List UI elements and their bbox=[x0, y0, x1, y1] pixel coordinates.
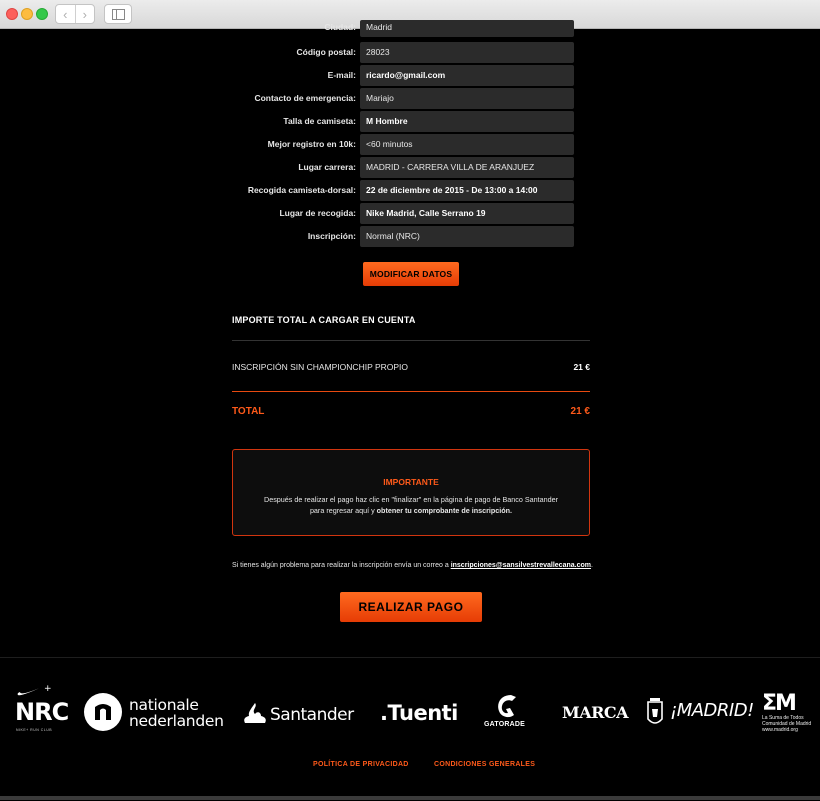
emergency-contact-value: Mariajo bbox=[360, 88, 574, 109]
form-row-pickup-time: Recogida camiseta-dorsal: 22 de diciembr… bbox=[0, 180, 820, 201]
sponsors-footer: + NRC NIKE+ RUN CLUB nationale nederlande… bbox=[0, 657, 820, 801]
sidebar-icon bbox=[112, 9, 125, 20]
important-notice: IMPORTANTE Después de realizar el pago h… bbox=[232, 449, 590, 536]
total-label: TOTAL bbox=[232, 406, 265, 417]
pickup-time-label: Recogida camiseta-dorsal: bbox=[247, 185, 356, 195]
nationale-nederlanden-logo: nationale nederlanden bbox=[129, 697, 224, 729]
zoom-window-button[interactable] bbox=[36, 8, 48, 20]
race-location-label: Lugar carrera: bbox=[298, 162, 356, 172]
form-row-registration: Inscripción: Normal (NRC) bbox=[0, 226, 820, 247]
email-label: E-mail: bbox=[327, 70, 356, 80]
nrc-subtitle: NIKE+ RUN CLUB bbox=[16, 728, 53, 732]
best-10k-value: <60 minutos bbox=[360, 134, 574, 155]
help-text: Si tienes algún problema para realizar l… bbox=[232, 562, 451, 569]
registration-value: Normal (NRC) bbox=[360, 226, 574, 247]
window-bottom-edge bbox=[0, 796, 820, 800]
help-note: Si tienes algún problema para realizar l… bbox=[232, 562, 593, 569]
madrid-logo: ¡MADRID! bbox=[670, 700, 754, 721]
general-conditions-link[interactable]: CONDICIONES GENERALES bbox=[434, 761, 535, 768]
email-value: ricardo@gmail.com bbox=[360, 65, 574, 86]
shirt-size-label: Talla de camiseta: bbox=[283, 116, 356, 126]
nn-line-2: nederlanden bbox=[129, 712, 224, 730]
santander-logo: Santander bbox=[270, 705, 354, 725]
minimize-window-button[interactable] bbox=[21, 8, 33, 20]
em-sub-3: www.madrid.org bbox=[762, 727, 798, 733]
help-email-link[interactable]: inscripciones@sansilvestrevallecana.com bbox=[451, 562, 591, 569]
pickup-place-value: Nike Madrid, Calle Serrano 19 bbox=[360, 203, 574, 224]
shirt-size-value: M Hombre bbox=[360, 111, 574, 132]
pickup-place-label: Lugar de recogida: bbox=[279, 208, 356, 218]
comunidad-madrid-caption: La Suma de Todos Comunidad de Madrid www… bbox=[762, 715, 811, 733]
postal-code-label: Código postal: bbox=[296, 47, 357, 57]
santander-flame-icon bbox=[244, 703, 266, 723]
madrid-crest-icon bbox=[647, 698, 663, 724]
nn-lion-icon bbox=[84, 693, 122, 731]
comunidad-madrid-logo: ΣM bbox=[762, 691, 797, 716]
total-divider bbox=[232, 391, 590, 392]
form-row-postal-code: Código postal: 28023 bbox=[0, 42, 820, 63]
best-10k-label: Mejor registro en 10k: bbox=[267, 139, 356, 149]
privacy-policy-link[interactable]: POLÍTICA DE PRIVACIDAD bbox=[313, 761, 409, 768]
form-row-best-10k: Mejor registro en 10k: <60 minutos bbox=[0, 134, 820, 155]
city-label: Ciudad: bbox=[324, 22, 356, 32]
divider bbox=[232, 340, 590, 341]
gatorade-logo: GATORADE bbox=[484, 721, 526, 728]
notice-text-bold: obtener tu comprobante de inscripción. bbox=[376, 506, 513, 515]
total-amount: 21 € bbox=[570, 406, 590, 417]
postal-code-value: 28023 bbox=[360, 42, 574, 63]
close-window-button[interactable] bbox=[6, 8, 18, 20]
gatorade-bolt-icon bbox=[498, 695, 516, 718]
nike-swoosh-icon: + bbox=[17, 684, 52, 696]
form-row-race-location: Lugar carrera: MADRID - CARRERA VILLA DE… bbox=[0, 157, 820, 178]
form-row-shirt-size: Talla de camiseta: M Hombre bbox=[0, 111, 820, 132]
form-row-city: Ciudad: Madrid bbox=[0, 20, 820, 41]
total-charge-heading: IMPORTE TOTAL A CARGAR EN CUENTA bbox=[232, 315, 416, 325]
form-row-emergency-contact: Contacto de emergencia: Mariajo bbox=[0, 88, 820, 109]
notice-title: IMPORTANTE bbox=[383, 477, 439, 487]
form-row-pickup-place: Lugar de recogida: Nike Madrid, Calle Se… bbox=[0, 203, 820, 224]
line-item-label: INSCRIPCIÓN SIN CHAMPIONCHIP PROPIO bbox=[232, 362, 409, 372]
tuenti-logo: .Tuenti bbox=[380, 701, 458, 725]
registration-label: Inscripción: bbox=[307, 231, 356, 241]
pay-button[interactable]: REALIZAR PAGO bbox=[340, 592, 482, 622]
help-end: . bbox=[590, 562, 593, 569]
pickup-time-value: 22 de diciembre de 2015 - De 13:00 a 14:… bbox=[360, 180, 574, 201]
race-location-value: MADRID - CARRERA VILLA DE ARANJUEZ bbox=[360, 157, 574, 178]
nrc-logo: NRC bbox=[15, 698, 69, 726]
notice-text: Después de realizar el pago haz clic en … bbox=[263, 494, 559, 516]
line-item-amount: 21 € bbox=[573, 362, 590, 372]
form-row-email: E-mail: ricardo@gmail.com bbox=[0, 65, 820, 86]
svg-text:+: + bbox=[44, 684, 52, 694]
modify-data-button[interactable]: MODIFICAR DATOS bbox=[363, 262, 459, 286]
nn-line-1: nationale bbox=[129, 696, 199, 714]
emergency-contact-label: Contacto de emergencia: bbox=[254, 93, 356, 103]
city-value: Madrid bbox=[360, 20, 574, 37]
marca-logo: MARCA bbox=[562, 703, 629, 722]
